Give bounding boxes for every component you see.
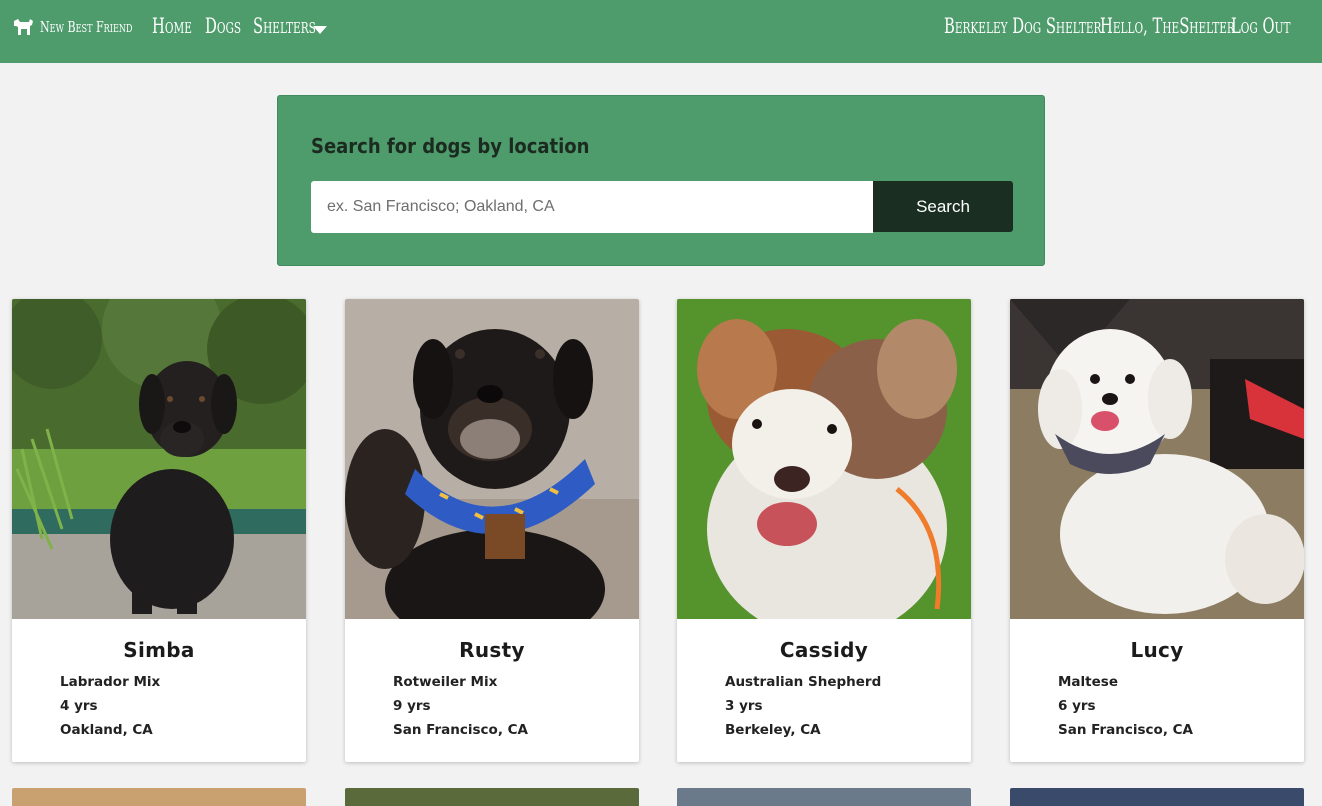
nav-shelters-label: Shelters [253,14,316,38]
dog-card-partial[interactable] [345,788,639,806]
dog-breed: Australian Shepherd [725,674,882,690]
dog-photo[interactable] [345,299,639,619]
dog-name[interactable]: Rusty [345,638,639,662]
nav-home-link[interactable]: Home [152,14,192,38]
nav-greeting[interactable]: Hello, TheShelter [1100,14,1235,38]
dog-card-partial[interactable] [1010,788,1304,806]
dog-photo[interactable] [677,299,971,619]
dog-breed: Rotweiler Mix [393,674,498,690]
dog-card[interactable]: Simba Labrador Mix 4 yrs Oakland, CA [12,299,306,762]
location-search-input[interactable] [311,181,873,233]
dog-name[interactable]: Simba [12,638,306,662]
dog-card[interactable]: Lucy Maltese 6 yrs San Francisco, CA [1010,299,1304,762]
dog-card[interactable]: Cassidy Australian Shepherd 3 yrs Berkel… [677,299,971,762]
dog-location: San Francisco, CA [1058,722,1194,738]
dog-location: Berkeley, CA [725,722,821,738]
dog-name[interactable]: Cassidy [677,638,971,662]
brand-link[interactable]: New Best Friend [12,17,153,37]
dog-card-partial[interactable] [677,788,971,806]
logout-link[interactable]: Log Out [1231,14,1290,38]
dog-location: San Francisco, CA [393,722,529,738]
caret-down-icon[interactable] [313,26,327,34]
dog-name[interactable]: Lucy [1010,638,1304,662]
dog-icon [12,17,34,37]
brand-name: New Best Friend [40,18,133,36]
dog-card-partial[interactable] [12,788,306,806]
dog-photo[interactable] [12,299,306,619]
dog-location: Oakland, CA [60,722,153,738]
dog-card[interactable]: Rusty Rotweiler Mix 9 yrs San Francisco,… [345,299,639,762]
dog-age: 4 yrs [60,698,98,714]
dog-age: 6 yrs [1058,698,1096,714]
nav-dogs-link[interactable]: Dogs [205,14,241,38]
search-title: Search for dogs by location [311,134,590,158]
dog-breed: Labrador Mix [60,674,161,690]
nav-shelter-name-link[interactable]: Berkeley Dog Shelter [944,14,1101,38]
dog-age: 9 yrs [393,698,431,714]
search-panel: Search for dogs by location Search [277,95,1045,266]
search-button[interactable]: Search [873,181,1013,232]
dog-breed: Maltese [1058,674,1118,690]
top-navbar: New Best Friend Home Dogs Shelters Berke… [0,0,1322,63]
dog-photo[interactable] [1010,299,1304,619]
dog-age: 3 yrs [725,698,763,714]
